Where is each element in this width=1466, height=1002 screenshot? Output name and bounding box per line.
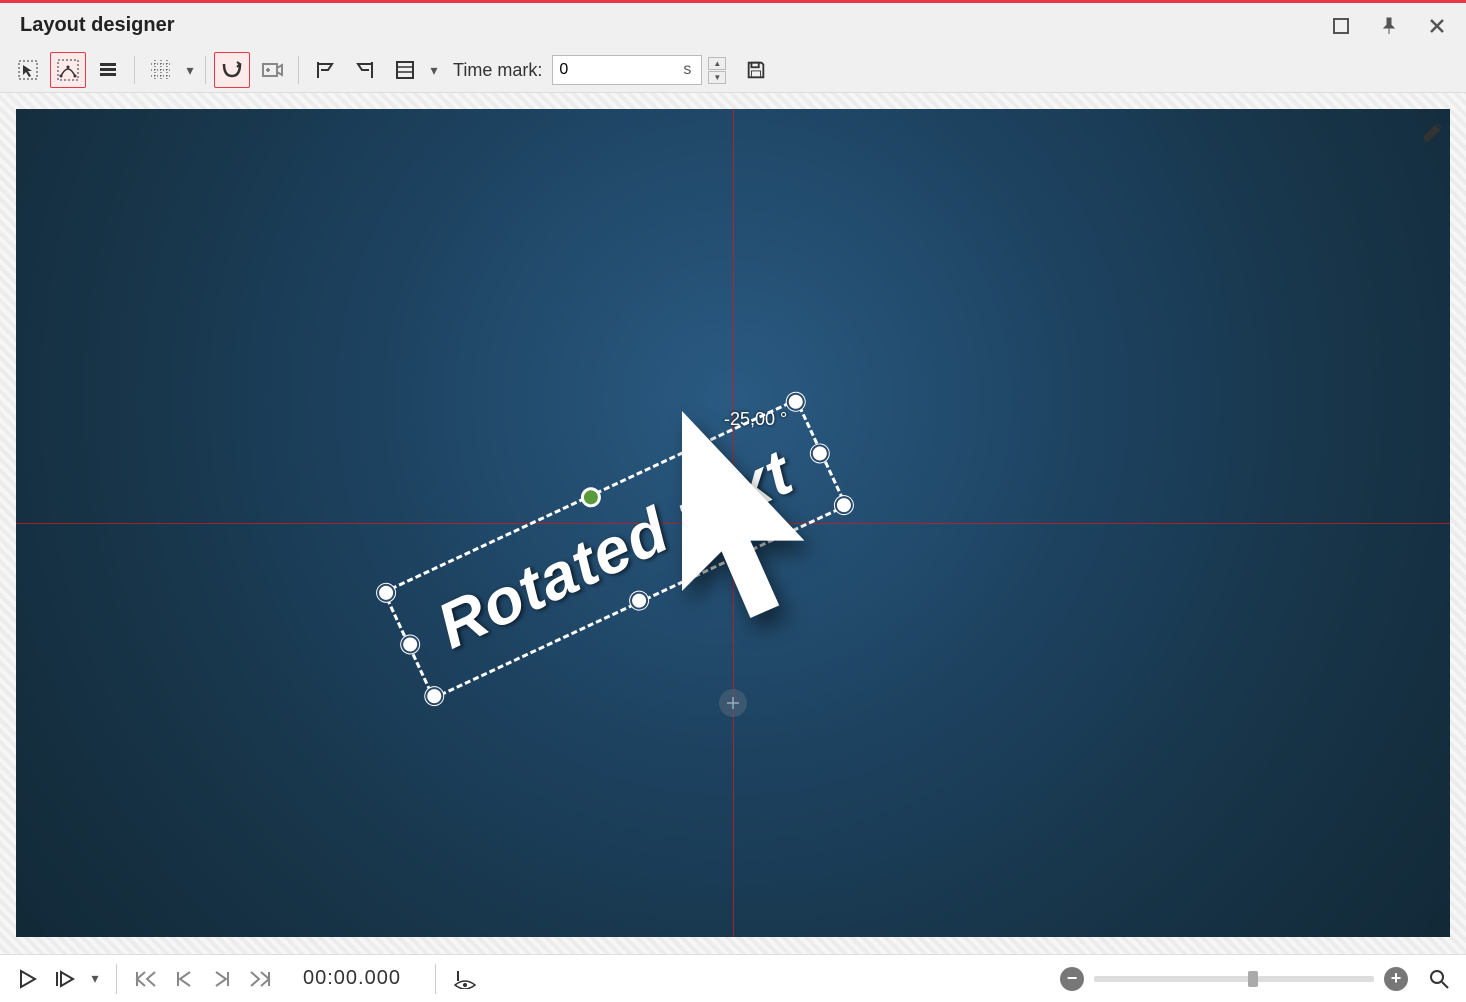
titlebar: Layout designer <box>0 3 1466 48</box>
save-icon[interactable] <box>738 52 774 88</box>
resize-handle-bl[interactable] <box>422 684 446 708</box>
grid-tool-icon[interactable] <box>143 52 179 88</box>
play-button[interactable] <box>12 964 42 994</box>
maximize-icon[interactable] <box>1332 17 1350 35</box>
camera-tool-icon[interactable] <box>254 52 290 88</box>
resize-handle-tr[interactable] <box>784 390 808 414</box>
toolbar-separator <box>205 56 206 84</box>
canvas-area: -25,00 ° Rotated text <box>0 93 1466 954</box>
zoom-controls: − + <box>1060 964 1454 994</box>
zoom-slider-thumb[interactable] <box>1248 971 1258 987</box>
align-dropdown-icon[interactable]: ▾ <box>427 62 441 79</box>
curve-tool-icon[interactable] <box>50 52 86 88</box>
text-content: Rotated text <box>426 435 803 663</box>
selection-bounds: Rotated text <box>382 398 848 700</box>
path-tool-icon[interactable] <box>214 52 250 88</box>
playback-separator <box>435 964 436 994</box>
zoom-in-button[interactable]: + <box>1384 967 1408 991</box>
resize-handle-bm[interactable] <box>627 589 651 613</box>
keyframe-prev-icon[interactable] <box>307 52 343 88</box>
selected-text-object[interactable]: Rotated text <box>382 398 848 700</box>
time-spin-up-icon[interactable]: ▲ <box>708 57 726 70</box>
rotate-handle[interactable] <box>579 485 603 509</box>
visibility-toggle-icon[interactable] <box>450 964 480 994</box>
resize-handle-mr[interactable] <box>808 442 832 466</box>
preview-canvas[interactable]: -25,00 ° Rotated text <box>16 109 1450 937</box>
eyedropper-icon[interactable] <box>1420 119 1446 148</box>
time-spinner: ▲ ▼ <box>708 57 726 84</box>
time-mark-input[interactable]: 0 s <box>552 55 702 85</box>
play-from-button[interactable] <box>50 964 80 994</box>
playback-separator <box>116 964 117 994</box>
align-tool-icon[interactable] <box>387 52 423 88</box>
next-frame-button[interactable] <box>207 964 237 994</box>
close-icon[interactable] <box>1428 17 1446 35</box>
time-spin-down-icon[interactable]: ▼ <box>708 71 726 84</box>
prev-frame-button[interactable] <box>169 964 199 994</box>
time-mark-value: 0 <box>559 61 568 79</box>
zoom-slider[interactable] <box>1094 976 1374 982</box>
rewind-start-button[interactable] <box>131 964 161 994</box>
layout-designer-window: Layout designer ▾ <box>0 0 1466 1002</box>
forward-end-button[interactable] <box>245 964 275 994</box>
toolbar: ▾ ▾ Time mark: 0 s ▲ ▼ <box>0 48 1466 93</box>
zoom-fit-icon[interactable] <box>1424 964 1454 994</box>
keyframe-next-icon[interactable] <box>347 52 383 88</box>
toolbar-separator <box>298 56 299 84</box>
time-mark-label: Time mark: <box>453 60 542 81</box>
timecode-display: 00:00.000 <box>303 967 401 990</box>
layers-tool-icon[interactable] <box>90 52 126 88</box>
window-controls <box>1332 17 1446 35</box>
time-mark-unit: s <box>683 61 691 79</box>
toolbar-separator <box>134 56 135 84</box>
pivot-point-icon[interactable] <box>719 689 747 717</box>
selection-tool-icon[interactable] <box>10 52 46 88</box>
resize-handle-tl[interactable] <box>374 581 398 605</box>
grid-dropdown-icon[interactable]: ▾ <box>183 62 197 79</box>
playback-bar: ▾ 00:00.000 − + <box>0 954 1466 1002</box>
resize-handle-ml[interactable] <box>398 633 422 657</box>
zoom-out-button[interactable]: − <box>1060 967 1084 991</box>
resize-handle-br[interactable] <box>832 493 856 517</box>
play-dropdown-icon[interactable]: ▾ <box>88 970 102 987</box>
window-title: Layout designer <box>20 14 174 37</box>
pin-icon[interactable] <box>1380 17 1398 35</box>
